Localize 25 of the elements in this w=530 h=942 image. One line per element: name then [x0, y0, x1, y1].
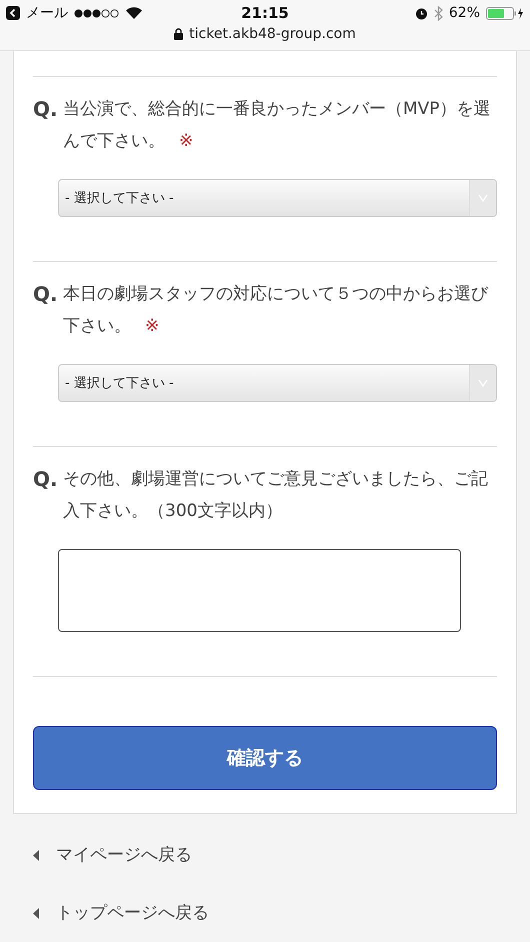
battery-charging-icon — [486, 6, 524, 20]
question-text: 当公演で、総合的に一番良かったメンバー（MVP）を選んで下さい。 ※ — [63, 98, 492, 153]
left-triangle-icon — [33, 850, 39, 860]
confirm-button[interactable]: 確認する — [33, 726, 497, 790]
page-url[interactable]: ticket.akb48-group.com — [189, 26, 356, 42]
comment-input-field[interactable] — [58, 549, 461, 632]
signal-icon — [74, 8, 120, 18]
clock-time: 21:15 — [241, 4, 289, 22]
back-icon[interactable] — [6, 6, 20, 20]
back-link[interactable]: マイページへ戻る — [33, 844, 530, 866]
back-link[interactable]: トップページへ戻る — [33, 902, 530, 924]
lock-icon — [174, 28, 184, 40]
dropdown-select[interactable]: - 選択して下さい - — [58, 364, 497, 402]
bluetooth-icon — [434, 6, 443, 20]
question-mark-label: Q. — [33, 96, 59, 123]
question-text: その他、劇場運営についてご意見ございましたら、ご記入下さい。（300文字以内） — [63, 468, 489, 523]
question-mark-label: Q. — [33, 281, 59, 308]
back-app-label[interactable]: メール — [26, 4, 68, 22]
question-text: 本日の劇場スタッフの対応について５つの中からお選び下さい。 ※ — [63, 283, 490, 338]
alarm-icon — [414, 6, 428, 20]
left-triangle-icon — [33, 908, 39, 918]
dropdown-select[interactable]: - 選択して下さい - — [58, 179, 497, 217]
wifi-icon — [126, 7, 142, 19]
question-mark-label: Q. — [33, 466, 59, 493]
battery-percentage: 62% — [448, 5, 480, 21]
